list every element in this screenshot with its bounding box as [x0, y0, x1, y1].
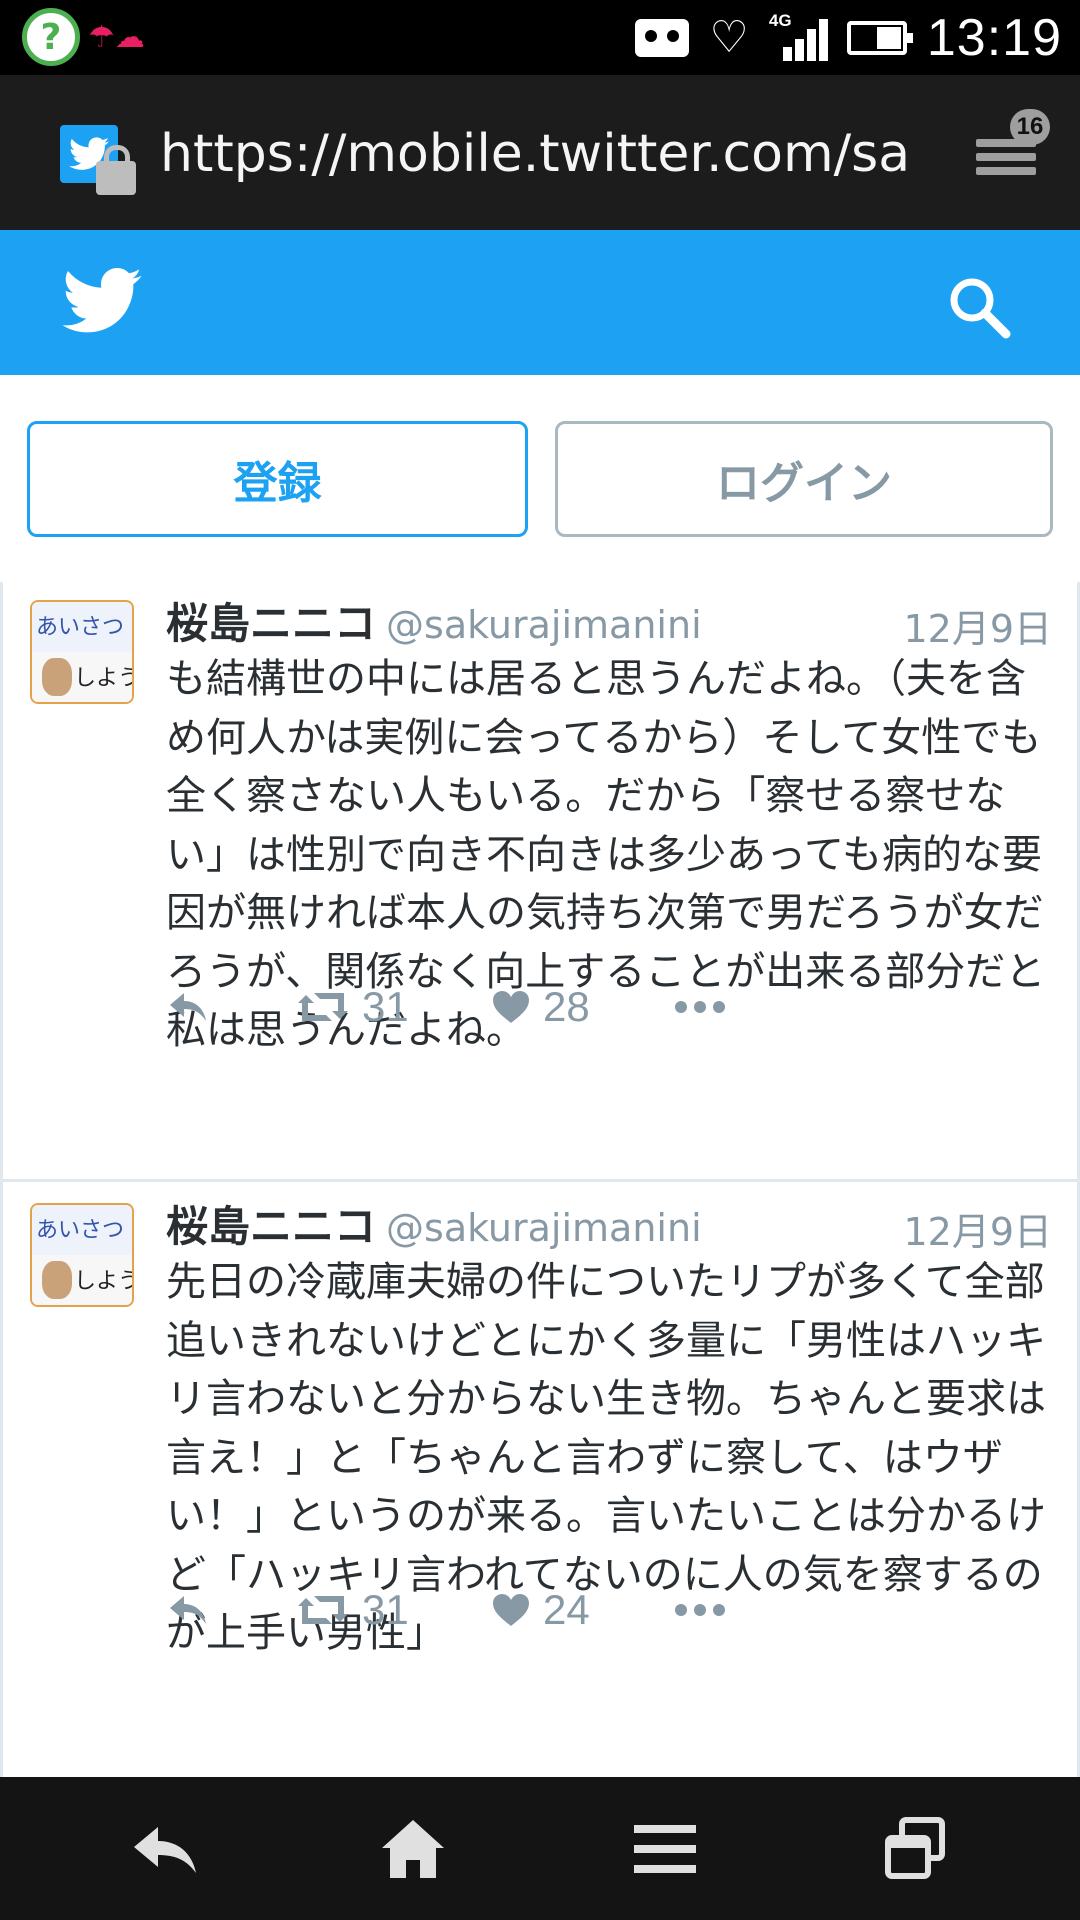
status-bar: ? ☂☁ ♡ 4G 13:19: [0, 0, 1080, 75]
signup-button[interactable]: 登録: [27, 421, 528, 537]
more-dots-icon: [675, 1604, 725, 1616]
avatar-text-bottom: しよう: [74, 1269, 134, 1294]
tabs-icon[interactable]: 16: [972, 109, 1050, 185]
more-options-button[interactable]: [674, 977, 726, 1037]
tweet-timestamp[interactable]: 12月9日: [903, 598, 1052, 650]
weather-icon: ☂☁: [88, 19, 145, 55]
help-icon: ?: [22, 8, 80, 66]
user-handle[interactable]: @sakurajimanini: [386, 603, 702, 647]
windows-button[interactable]: [870, 1807, 960, 1891]
like-heart-icon: [493, 1594, 529, 1626]
like-button[interactable]: 24: [491, 1580, 590, 1640]
back-button[interactable]: [120, 1807, 210, 1891]
retweet-button[interactable]: 31: [296, 977, 409, 1037]
retweet-icon: [298, 993, 348, 1021]
reply-icon: [170, 1596, 206, 1624]
auth-buttons-row: 登録 ログイン: [0, 375, 1080, 580]
search-icon[interactable]: [946, 274, 1012, 340]
network-type: 4G: [768, 11, 792, 30]
more-dots-icon: [675, 1001, 725, 1013]
tweet[interactable]: あいさつ しよう 桜島ニニコ @sakurajimanini 12月9日 先日の冷…: [3, 1185, 1077, 1777]
bottom-navigation-bar: [0, 1777, 1080, 1920]
twitter-bird-icon[interactable]: [62, 267, 142, 338]
home-button[interactable]: [368, 1807, 458, 1891]
more-options-button[interactable]: [674, 1580, 726, 1640]
user-handle[interactable]: @sakurajimanini: [386, 1206, 702, 1250]
tweet-actions: 31 24: [166, 1580, 866, 1640]
windows-icon: [885, 1817, 945, 1879]
back-icon: [134, 1827, 196, 1873]
user-name[interactable]: 桜島ニニコ: [166, 599, 376, 648]
home-icon: [382, 1820, 444, 1878]
vr-icon: [635, 19, 690, 57]
like-button[interactable]: 28: [491, 977, 590, 1037]
menu-button[interactable]: [620, 1807, 710, 1891]
status-time: 13:19: [926, 9, 1062, 67]
status-right-icons: ♡ 4G 13:19: [635, 6, 1062, 70]
tweet-actions: 31 28: [166, 977, 866, 1037]
browser-url-bar: https://mobile.twitter.com/sakurajimanin…: [0, 75, 1080, 230]
tweet-header: 桜島ニニコ @sakurajimanini 12月9日: [166, 1193, 1052, 1253]
tab-count-badge: 16: [1010, 109, 1050, 145]
user-name[interactable]: 桜島ニニコ: [166, 1202, 376, 1251]
tweet-header: 桜島ニニコ @sakurajimanini 12月9日: [166, 590, 1052, 650]
battery-level: [877, 27, 901, 49]
avatar-text-bottom: しよう: [74, 666, 134, 691]
heart-icon: ♡: [709, 12, 749, 63]
like-count: 24: [543, 1586, 590, 1633]
retweet-icon: [298, 1596, 348, 1624]
reply-icon: [170, 993, 206, 1021]
retweet-count: 31: [362, 983, 409, 1030]
avatar-text-top: あいさつ: [32, 1205, 132, 1255]
url-field[interactable]: https://mobile.twitter.com/sakurajimanin…: [160, 119, 910, 189]
like-count: 28: [543, 983, 590, 1030]
tweet[interactable]: あいさつ しよう 桜島ニニコ @sakurajimanini 12月9日 も結構世…: [3, 582, 1077, 1182]
avatar[interactable]: あいさつ しよう: [30, 1203, 134, 1307]
menu-icon: [634, 1825, 696, 1873]
status-left-icons: ? ☂☁: [22, 8, 145, 66]
avatar[interactable]: あいさつ しよう: [30, 600, 134, 704]
reply-button[interactable]: [166, 1580, 210, 1640]
reply-button[interactable]: [166, 977, 210, 1037]
login-button[interactable]: ログイン: [555, 421, 1053, 537]
lock-icon: [96, 145, 136, 195]
retweet-button[interactable]: 31: [296, 1580, 409, 1640]
signal-icon: 4G: [769, 11, 828, 61]
retweet-count: 31: [362, 1586, 409, 1633]
twitter-header: [0, 230, 1080, 375]
avatar-text-top: あいさつ: [32, 602, 132, 652]
tweet-timeline: あいさつ しよう 桜島ニニコ @sakurajimanini 12月9日 も結構世…: [0, 582, 1080, 1777]
battery-icon: [846, 21, 913, 55]
tweet-timestamp[interactable]: 12月9日: [903, 1201, 1052, 1253]
like-heart-icon: [493, 991, 529, 1023]
